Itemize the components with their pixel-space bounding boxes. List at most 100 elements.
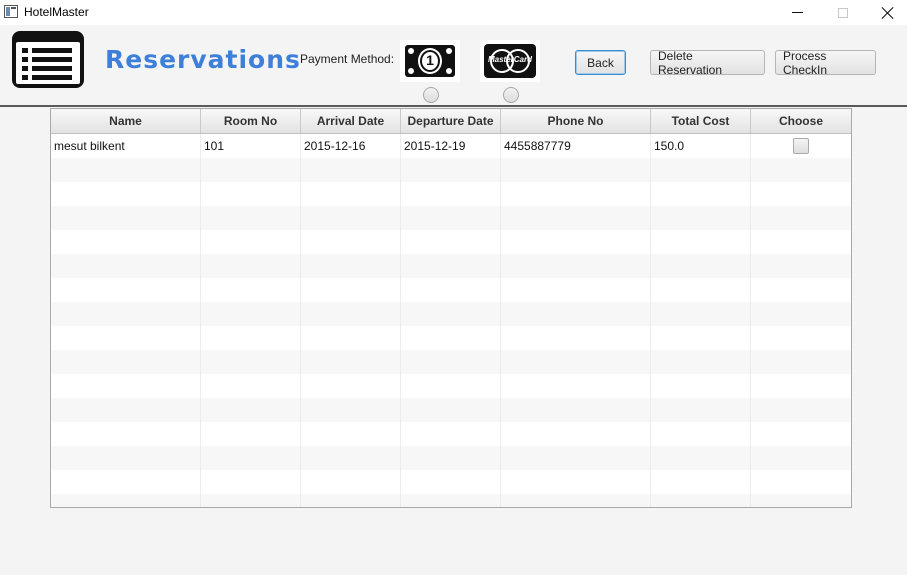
empty-cell	[201, 494, 301, 507]
cell-name: mesut bilkent	[51, 134, 201, 158]
maximize-icon	[837, 7, 848, 18]
empty-cell	[651, 326, 751, 350]
table-header: Name Room No Arrival Date Departure Date…	[51, 109, 851, 134]
empty-cell	[301, 182, 401, 206]
empty-cell	[401, 182, 501, 206]
empty-cell	[401, 470, 501, 494]
list-icon	[12, 31, 84, 88]
minimize-icon	[792, 12, 803, 13]
empty-cell	[651, 302, 751, 326]
empty-cell	[301, 278, 401, 302]
empty-cell	[201, 230, 301, 254]
cell-arrival: 2015-12-16	[301, 134, 401, 158]
empty-cell	[51, 182, 201, 206]
process-checkin-button[interactable]: Process CheckIn	[775, 49, 876, 77]
choose-checkbox[interactable]	[793, 138, 809, 154]
empty-cell	[301, 158, 401, 182]
empty-cell	[401, 350, 501, 374]
empty-cell	[201, 350, 301, 374]
empty-cell	[401, 230, 501, 254]
empty-cell	[51, 326, 201, 350]
empty-cell	[401, 422, 501, 446]
empty-cell	[651, 158, 751, 182]
maximize-button[interactable]	[820, 0, 865, 25]
back-button[interactable]: Back	[575, 50, 626, 75]
empty-cell	[751, 206, 851, 230]
empty-cell	[201, 374, 301, 398]
empty-cell	[301, 230, 401, 254]
column-header-choose[interactable]: Choose	[751, 109, 851, 133]
empty-cell	[501, 182, 651, 206]
empty-cell	[751, 374, 851, 398]
cell-departure: 2015-12-19	[401, 134, 501, 158]
column-header-departure[interactable]: Departure Date	[401, 109, 501, 133]
empty-cell	[651, 398, 751, 422]
empty-cell	[501, 374, 651, 398]
column-header-phone[interactable]: Phone No	[501, 109, 651, 133]
cash-bill-icon: 1	[400, 40, 460, 82]
empty-cell	[751, 446, 851, 470]
empty-table-row	[51, 278, 851, 302]
column-header-cost[interactable]: Total Cost	[651, 109, 751, 133]
empty-cell	[751, 254, 851, 278]
header: Reservations Payment Method: 1 MasterCar…	[0, 25, 907, 105]
empty-cell	[51, 446, 201, 470]
empty-cell	[501, 350, 651, 374]
empty-table-row	[51, 470, 851, 494]
empty-cell	[51, 470, 201, 494]
column-header-arrival[interactable]: Arrival Date	[301, 109, 401, 133]
empty-cell	[401, 206, 501, 230]
table-row[interactable]: mesut bilkent 101 2015-12-16 2015-12-19 …	[51, 134, 851, 158]
empty-cell	[651, 470, 751, 494]
mastercard-icon: MasterCard	[480, 40, 540, 82]
empty-cell	[51, 350, 201, 374]
empty-cell	[401, 446, 501, 470]
empty-cell	[201, 206, 301, 230]
empty-cell	[501, 398, 651, 422]
title-bar: HotelMaster	[0, 0, 907, 25]
empty-cell	[501, 254, 651, 278]
empty-cell	[401, 302, 501, 326]
empty-cell	[751, 230, 851, 254]
empty-cell	[301, 302, 401, 326]
empty-cell	[651, 422, 751, 446]
empty-cell	[651, 446, 751, 470]
empty-cell	[501, 422, 651, 446]
empty-cell	[201, 470, 301, 494]
empty-cell	[201, 398, 301, 422]
empty-table-row	[51, 326, 851, 350]
empty-cell	[501, 446, 651, 470]
empty-cell	[751, 278, 851, 302]
empty-cell	[651, 254, 751, 278]
empty-cell	[51, 374, 201, 398]
reservations-table[interactable]: Name Room No Arrival Date Departure Date…	[50, 108, 852, 508]
payment-method-label: Payment Method:	[300, 52, 395, 66]
empty-cell	[751, 422, 851, 446]
empty-cell	[401, 494, 501, 507]
cash-radio[interactable]	[423, 87, 439, 103]
close-button[interactable]	[865, 0, 907, 25]
empty-cell	[651, 350, 751, 374]
empty-cell	[201, 446, 301, 470]
empty-cell	[51, 422, 201, 446]
card-radio[interactable]	[503, 87, 519, 103]
minimize-button[interactable]	[775, 0, 820, 25]
empty-table-row	[51, 350, 851, 374]
close-icon	[881, 6, 894, 19]
empty-cell	[751, 350, 851, 374]
empty-cell	[301, 374, 401, 398]
empty-cell	[401, 158, 501, 182]
empty-cell	[301, 422, 401, 446]
empty-cell	[501, 326, 651, 350]
column-header-name[interactable]: Name	[51, 109, 201, 133]
delete-reservation-button[interactable]: Delete Reservation	[650, 49, 765, 77]
empty-cell	[201, 422, 301, 446]
column-header-room[interactable]: Room No	[201, 109, 301, 133]
empty-table-row	[51, 494, 851, 507]
empty-cell	[401, 374, 501, 398]
empty-cell	[651, 206, 751, 230]
empty-cell	[401, 278, 501, 302]
cell-cost: 150.0	[651, 134, 751, 158]
empty-cell	[751, 494, 851, 507]
empty-cell	[301, 398, 401, 422]
